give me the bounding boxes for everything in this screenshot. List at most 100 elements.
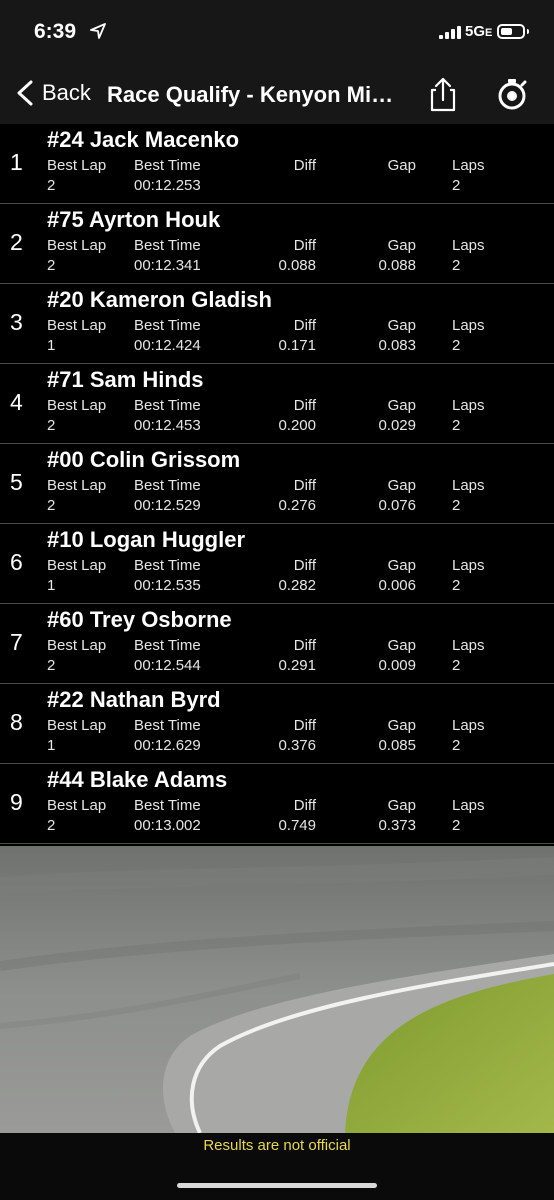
navigation-bar: Back Race Qualify - Kenyon Midget Speedw… <box>0 62 554 125</box>
best-lap-label: Best Lap <box>47 157 107 174</box>
gap-label: Gap <box>387 717 416 734</box>
result-row[interactable]: 8 #22 Nathan Byrd Best Lap 1 Best Time 00:12.… <box>0 684 554 764</box>
diff-label: Diff <box>293 317 316 334</box>
best-time-label: Best Time <box>134 237 201 254</box>
driver-name: #60 Trey Osborne <box>47 607 232 632</box>
laps-value: 2 <box>452 417 461 434</box>
position: 3 <box>10 309 23 335</box>
diff-value: 0.749 <box>278 817 316 834</box>
laps-value: 2 <box>452 337 461 354</box>
footer: Results are not official <box>0 1133 554 1200</box>
best-time-value: 00:12.341 <box>134 257 201 274</box>
diff-label: Diff <box>293 717 316 734</box>
diff-label: Diff <box>293 397 316 414</box>
driver-name: #75 Ayrton Houk <box>47 207 221 232</box>
best-time-label: Best Time <box>134 157 201 174</box>
gap-value: 0.085 <box>378 737 416 754</box>
diff-value: 0.171 <box>278 337 316 354</box>
best-time-value: 00:12.535 <box>134 577 201 594</box>
best-time-value: 00:12.529 <box>134 497 201 514</box>
diff-label: Diff <box>293 237 316 254</box>
share-icon[interactable] <box>426 76 460 112</box>
chevron-left-icon <box>17 80 33 106</box>
diff-label: Diff <box>293 557 316 574</box>
gap-value: 0.088 <box>378 257 416 274</box>
best-time-value: 00:12.424 <box>134 337 201 354</box>
result-row[interactable]: 7 #60 Trey Osborne Best Lap 2 Best Time 00:12… <box>0 604 554 684</box>
best-time-value: 00:12.629 <box>134 737 201 754</box>
page-title: Race Qualify - Kenyon Midget Speedway <box>107 82 403 107</box>
back-button[interactable]: Back <box>14 76 91 110</box>
gap-label: Gap <box>387 157 416 174</box>
position: 1 <box>10 149 23 175</box>
best-lap-value: 1 <box>47 737 56 754</box>
best-lap-label: Best Lap <box>47 557 107 574</box>
driver-name: #20 Kameron Gladish <box>47 287 272 312</box>
laps-label: Laps <box>452 397 485 414</box>
laps-value: 2 <box>452 737 461 754</box>
laps-value: 2 <box>452 497 461 514</box>
results-list: 1 #24 Jack Macenko Best Lap 2 Best Time 00:12… <box>0 124 554 844</box>
gap-value: 0.373 <box>378 817 416 834</box>
race-track-image <box>0 846 554 1133</box>
driver-name: #10 Logan Huggler <box>47 527 246 552</box>
driver-name: #24 Jack Macenko <box>47 127 240 152</box>
laps-label: Laps <box>452 237 485 254</box>
best-time-label: Best Time <box>134 557 201 574</box>
diff-label: Diff <box>293 157 316 174</box>
gap-label: Gap <box>387 237 416 254</box>
gap-label: Gap <box>387 477 416 494</box>
position: 2 <box>10 229 23 255</box>
position: 5 <box>10 469 23 495</box>
best-lap-label: Best Lap <box>47 797 107 814</box>
best-time-value: 00:12.253 <box>134 177 201 194</box>
laps-label: Laps <box>452 797 485 814</box>
result-row[interactable]: 6 #10 Logan Huggler Best Lap 1 Best Time 00:1… <box>0 524 554 604</box>
home-indicator[interactable] <box>177 1183 377 1188</box>
best-time-value: 00:13.002 <box>134 817 201 834</box>
unofficial-results-note: Results are not official <box>203 1137 351 1154</box>
gap-label: Gap <box>387 797 416 814</box>
laps-label: Laps <box>452 477 485 494</box>
laps-value: 2 <box>452 657 461 674</box>
best-lap-value: 2 <box>47 817 56 834</box>
diff-value: 0.291 <box>278 657 316 674</box>
battery-icon <box>497 24 525 39</box>
result-row[interactable]: 1 #24 Jack Macenko Best Lap 2 Best Time 00:12… <box>0 124 554 204</box>
laps-label: Laps <box>452 717 485 734</box>
best-lap-value: 2 <box>47 417 56 434</box>
result-row[interactable]: 2 #75 Ayrton Houk Best Lap 2 Best Time 00:12.… <box>0 204 554 284</box>
diff-label: Diff <box>293 637 316 654</box>
best-lap-value: 2 <box>47 257 56 274</box>
driver-name: #00 Colin Grissom <box>47 447 241 472</box>
laps-label: Laps <box>452 637 485 654</box>
gap-label: Gap <box>387 317 416 334</box>
position: 9 <box>10 789 23 815</box>
best-lap-value: 2 <box>47 657 56 674</box>
best-lap-label: Best Lap <box>47 317 107 334</box>
network-type: 5G <box>465 23 486 40</box>
best-time-value: 00:12.544 <box>134 657 201 674</box>
result-row[interactable]: 4 #71 Sam Hinds Best Lap 2 Best Time 00:12.45… <box>0 364 554 444</box>
best-lap-value: 2 <box>47 177 56 194</box>
result-row[interactable]: 3 #20 Kameron Gladish Best Lap 1 Best Time 00… <box>0 284 554 364</box>
gap-value: 0.029 <box>378 417 416 434</box>
result-row[interactable]: 9 #44 Blake Adams Best Lap 2 Best Time 00:13.… <box>0 764 554 844</box>
network-suffix: E <box>485 27 493 39</box>
diff-value: 0.282 <box>278 577 316 594</box>
position: 8 <box>10 709 23 735</box>
stopwatch-icon[interactable] <box>497 78 527 110</box>
diff-value: 0.276 <box>278 497 316 514</box>
gap-value: 0.009 <box>378 657 416 674</box>
best-lap-label: Best Lap <box>47 477 107 494</box>
gap-label: Gap <box>387 637 416 654</box>
laps-label: Laps <box>452 157 485 174</box>
gap-value: 0.083 <box>378 337 416 354</box>
driver-name: #71 Sam Hinds <box>47 367 204 392</box>
best-time-value: 00:12.453 <box>134 417 201 434</box>
driver-name: #44 Blake Adams <box>47 767 228 792</box>
result-row[interactable]: 5 #00 Colin Grissom Best Lap 2 Best Time 00:1… <box>0 444 554 524</box>
best-time-label: Best Time <box>134 797 201 814</box>
laps-value: 2 <box>452 817 461 834</box>
driver-name: #22 Nathan Byrd <box>47 687 221 712</box>
